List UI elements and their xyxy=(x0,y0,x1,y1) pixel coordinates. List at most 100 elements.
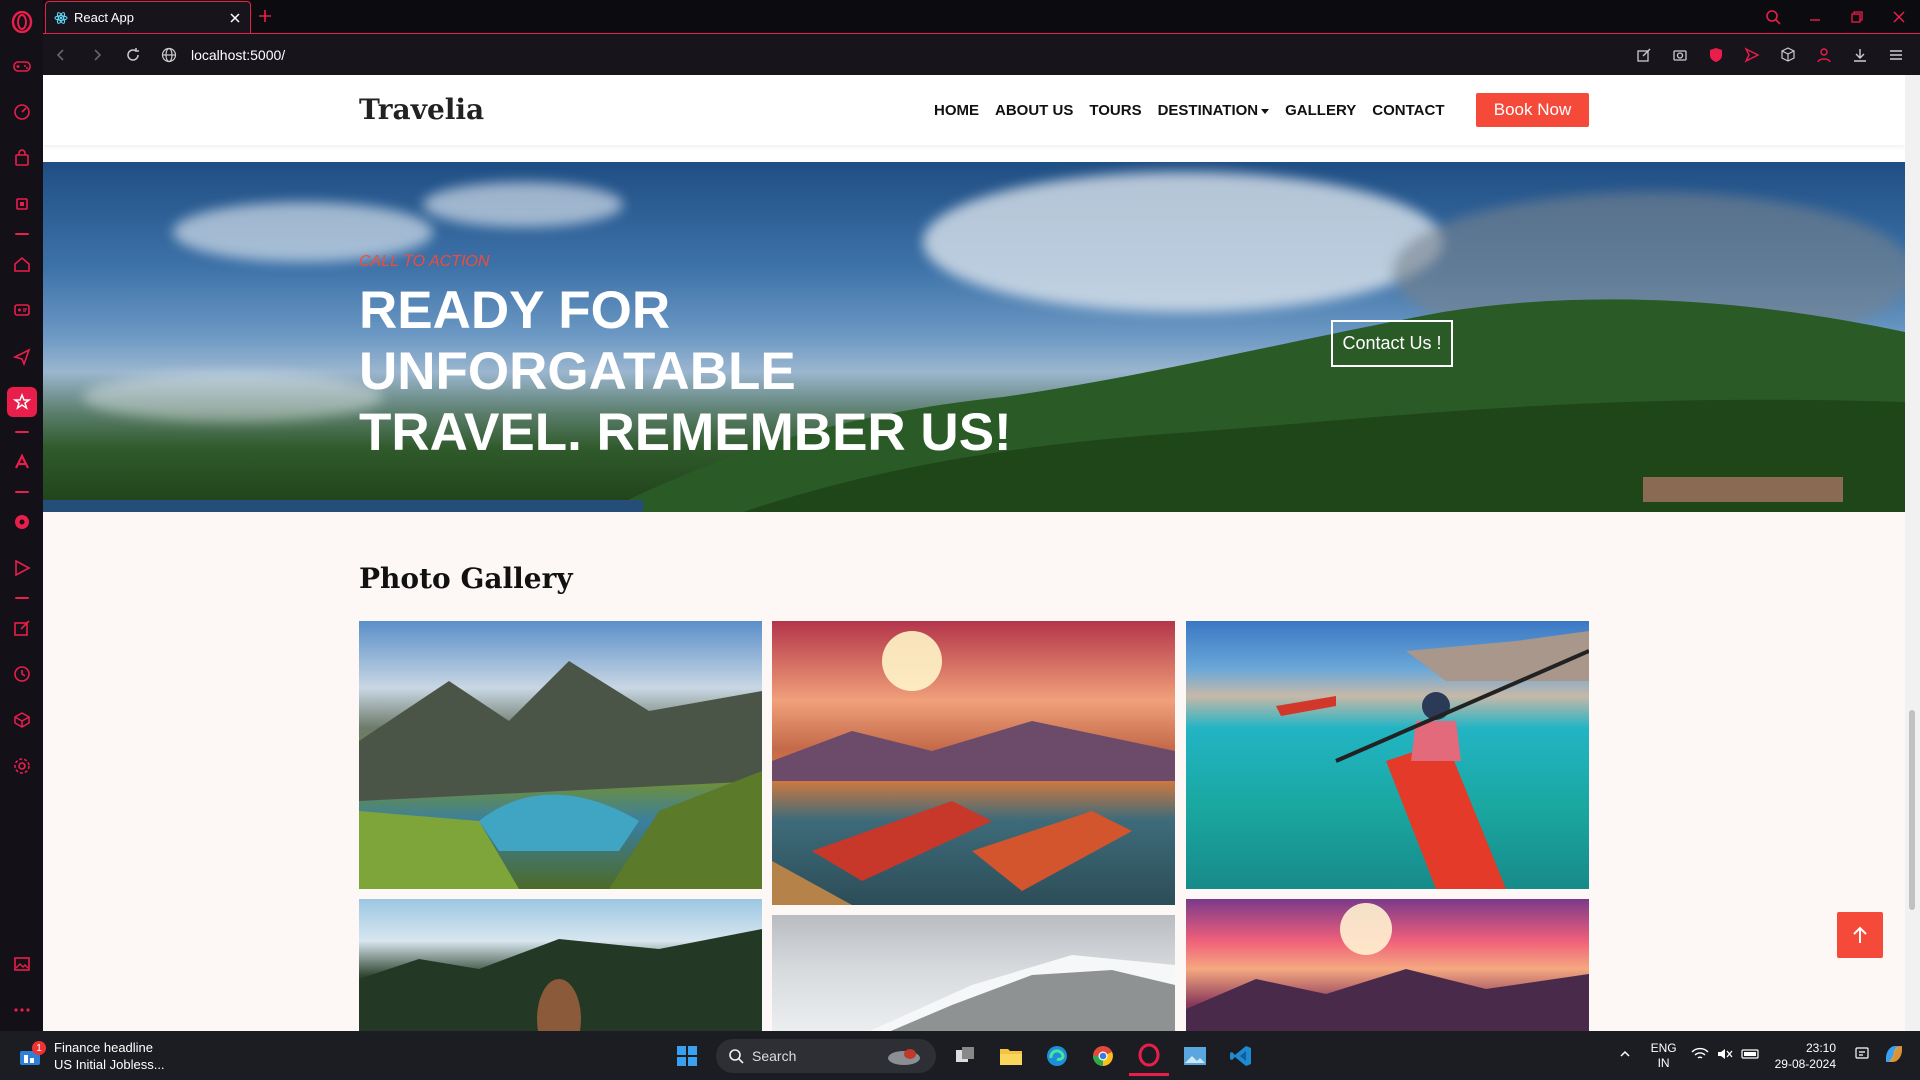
settings-gear-icon[interactable] xyxy=(7,751,37,781)
file-explorer-icon[interactable] xyxy=(991,1036,1031,1076)
news-badge: 1 xyxy=(32,1041,46,1055)
edge-icon[interactable] xyxy=(1037,1036,1077,1076)
adblock-shield-icon[interactable] xyxy=(1698,40,1734,70)
back-icon[interactable] xyxy=(43,40,79,70)
tab-strip: React App xyxy=(43,0,1920,33)
nav-home[interactable]: HOME xyxy=(934,102,979,119)
news-widget[interactable]: 1 Finance headline US Initial Jobless... xyxy=(18,1039,165,1073)
gallery-photo-forest-woman[interactable] xyxy=(359,899,762,1031)
browser-sidebar xyxy=(0,0,43,1031)
profile-icon[interactable] xyxy=(1806,40,1842,70)
volume-muted-icon[interactable] xyxy=(1717,1047,1733,1064)
task-view-icon[interactable] xyxy=(945,1036,985,1076)
speed-dial-icon[interactable] xyxy=(7,97,37,127)
react-favicon-icon xyxy=(54,11,68,24)
gallery-photo-snowy-hills[interactable] xyxy=(772,915,1175,1031)
nav-tours[interactable]: TOURS xyxy=(1089,102,1141,119)
battery-icon[interactable] xyxy=(1741,1048,1761,1063)
close-tab-icon[interactable] xyxy=(228,11,242,25)
tab-search-icon[interactable] xyxy=(1752,0,1794,33)
sidebar-bottom xyxy=(0,941,43,1031)
copilot-icon[interactable] xyxy=(1882,1042,1906,1069)
nav-about-us[interactable]: ABOUT US xyxy=(995,102,1073,119)
share-icon[interactable] xyxy=(1626,40,1662,70)
language-indicator[interactable]: ENG IN xyxy=(1651,1041,1677,1071)
cube-icon[interactable] xyxy=(7,705,37,735)
chip-icon[interactable] xyxy=(7,189,37,219)
plane-icon[interactable] xyxy=(7,341,37,371)
vpn-send-icon[interactable] xyxy=(1734,40,1770,70)
sidebar-separator xyxy=(14,431,29,433)
vscode-icon[interactable] xyxy=(1221,1036,1261,1076)
url-text: localhost:5000/ xyxy=(191,46,286,63)
gallery-title: Photo Gallery xyxy=(359,562,573,595)
gallery-photo-mountain-sunset[interactable] xyxy=(1186,899,1589,1031)
sidebar-separator xyxy=(14,491,29,493)
windows-taskbar: 1 Finance headline US Initial Jobless...… xyxy=(0,1031,1920,1080)
chevron-up-icon[interactable] xyxy=(1619,1048,1631,1063)
photos-icon[interactable] xyxy=(1175,1036,1215,1076)
send-icon[interactable] xyxy=(7,553,37,583)
wifi-icon[interactable] xyxy=(1691,1047,1709,1064)
page-scrollbar[interactable] xyxy=(1905,75,1920,1031)
edit-icon[interactable] xyxy=(7,613,37,643)
clock-date: 29-08-2024 xyxy=(1774,1056,1836,1071)
clock-time: 23:10 xyxy=(1805,1040,1836,1055)
restore-icon[interactable] xyxy=(1836,0,1878,33)
sidebar-separator xyxy=(14,233,29,235)
search-highlight-icon xyxy=(888,1049,920,1065)
gallery-icon[interactable] xyxy=(7,949,37,979)
gallery-photo-kayaking[interactable] xyxy=(1186,621,1589,889)
more-icon[interactable] xyxy=(7,995,37,1025)
hero-subtitle: CALL TO ACTION xyxy=(359,253,490,270)
home-icon[interactable] xyxy=(7,249,37,279)
notification-icon[interactable] xyxy=(1854,1046,1870,1065)
url-field[interactable]: localhost:5000/ xyxy=(161,47,285,63)
new-tab-icon[interactable] xyxy=(255,6,275,26)
search-placeholder: Search xyxy=(752,1048,797,1064)
opera-logo-icon[interactable] xyxy=(0,0,43,43)
site-logo[interactable]: Travelia xyxy=(359,93,484,126)
bag-icon[interactable] xyxy=(7,143,37,173)
browser-tab[interactable]: React App xyxy=(45,1,251,33)
nav-destination[interactable]: DESTINATION xyxy=(1158,102,1270,119)
chrome-icon[interactable] xyxy=(1083,1036,1123,1076)
taskbar-search[interactable]: Search xyxy=(716,1039,936,1073)
contact-us-button[interactable]: Contact Us ! xyxy=(1331,320,1453,367)
sidebar-separator xyxy=(14,597,29,599)
download-icon[interactable] xyxy=(1842,40,1878,70)
nav-destination-label: DESTINATION xyxy=(1157,102,1259,119)
reload-icon[interactable] xyxy=(115,40,151,70)
region-code: IN xyxy=(1657,1055,1670,1070)
widgets-icon: 1 xyxy=(18,1041,46,1069)
address-bar: localhost:5000/ xyxy=(43,33,1920,75)
gallery-photo-boats-sunset[interactable] xyxy=(772,621,1175,905)
book-now-button[interactable]: Book Now xyxy=(1476,93,1589,127)
photo-gallery-section: Photo Gallery xyxy=(43,512,1905,1031)
forward-icon[interactable] xyxy=(79,40,115,70)
extensions-cube-icon[interactable] xyxy=(1770,40,1806,70)
clock[interactable]: 23:10 29-08-2024 xyxy=(1775,1040,1836,1072)
nav-gallery[interactable]: GALLERY xyxy=(1285,102,1356,119)
history-icon[interactable] xyxy=(7,659,37,689)
globe-icon xyxy=(161,47,177,62)
screen: React App localhost:5000/ Travelia HOME … xyxy=(0,0,1920,1080)
call-to-action-banner: CALL TO ACTION READY FOR UNFORGATABLE TR… xyxy=(43,162,1905,512)
close-window-icon[interactable] xyxy=(1878,0,1920,33)
opera-taskbar-icon[interactable] xyxy=(1129,1036,1169,1076)
nav-contact[interactable]: CONTACT xyxy=(1372,102,1444,119)
scroll-to-top-button[interactable] xyxy=(1837,912,1883,958)
record-icon[interactable] xyxy=(7,507,37,537)
star-icon[interactable] xyxy=(6,387,37,417)
browser-toolbar xyxy=(1626,34,1914,76)
camera-icon[interactable] xyxy=(1662,40,1698,70)
windows-start-icon[interactable] xyxy=(667,1036,707,1076)
gamepad-icon[interactable] xyxy=(7,51,37,81)
scrollbar-thumb[interactable] xyxy=(1909,710,1915,910)
gallery-photo-mountain-lake[interactable] xyxy=(359,621,762,889)
news-title: Finance headline xyxy=(54,1040,154,1055)
minimize-icon[interactable] xyxy=(1794,0,1836,33)
aria-icon[interactable] xyxy=(7,447,37,477)
easy-setup-menu-icon[interactable] xyxy=(1878,40,1914,70)
twitch-icon[interactable] xyxy=(7,295,37,325)
